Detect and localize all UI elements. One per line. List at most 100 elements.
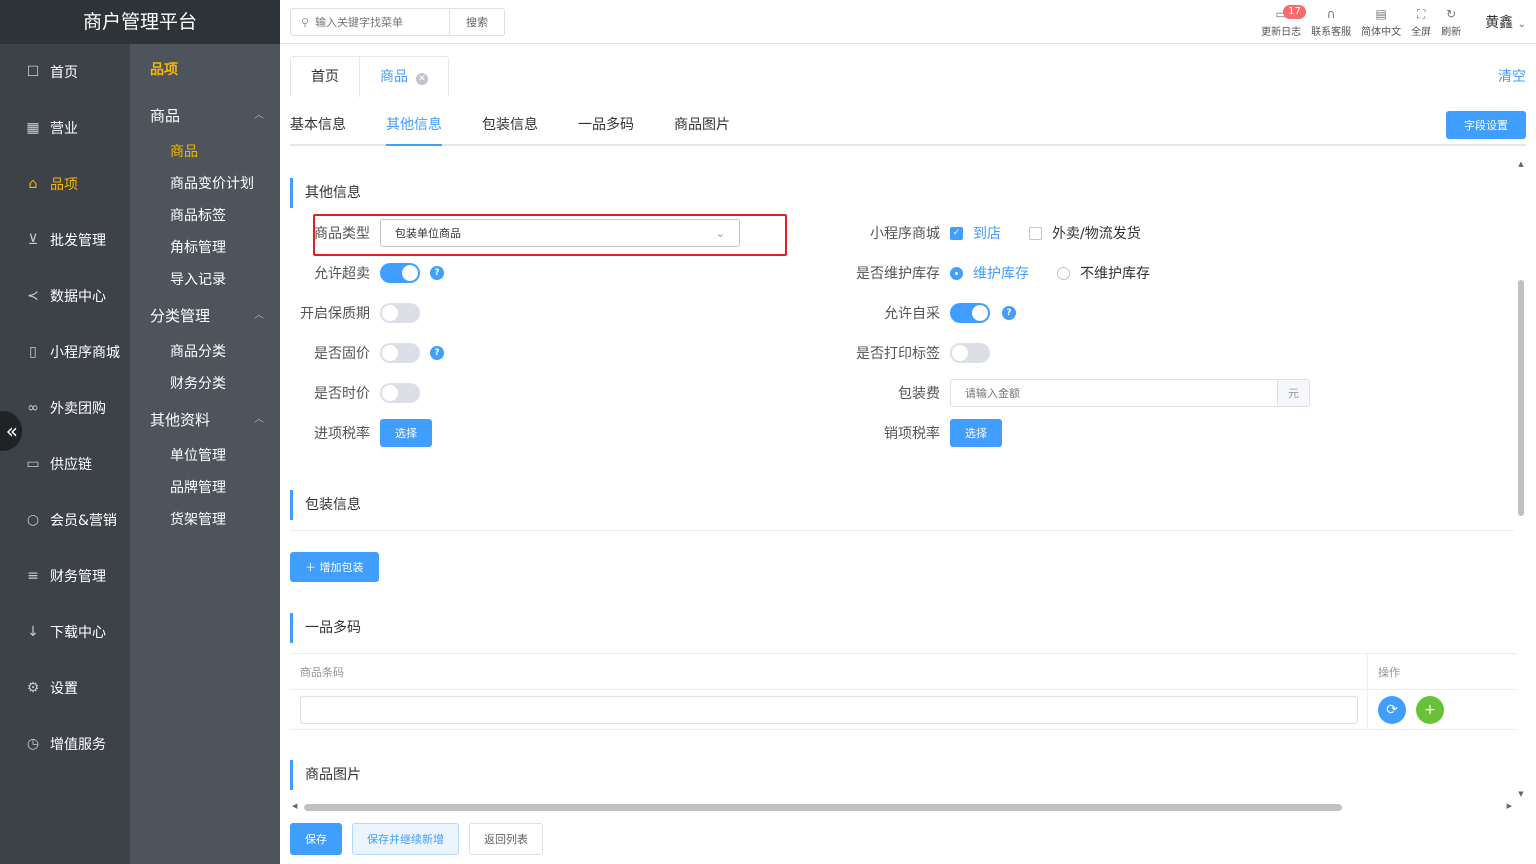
add-packaging-button[interactable]: ＋ 增加包装 xyxy=(290,552,379,582)
tool-label: 简体中文 xyxy=(1361,26,1402,38)
search-button[interactable]: 搜索 xyxy=(449,8,505,36)
input-tax-select-button[interactable]: 选择 xyxy=(380,419,432,447)
shelf-life-switch[interactable] xyxy=(380,303,420,323)
radio-no-maintain-stock[interactable]: 不维护库存 xyxy=(1057,263,1150,283)
maintain-stock-row: 是否维护库存 维护库存 不维护库存 xyxy=(840,258,1178,288)
menu-search-input[interactable] xyxy=(315,15,446,29)
nav-item-3[interactable]: ⊻ 批发管理 xyxy=(0,212,130,268)
nav-item-2[interactable]: ⌂ 品项 xyxy=(0,156,130,212)
save-and-continue-button[interactable]: 保存并继续新增 xyxy=(352,823,459,855)
subnav-item[interactable]: 单位管理 xyxy=(130,440,280,472)
subnav-item[interactable]: 商品变价计划 xyxy=(130,168,280,200)
nav-item-12[interactable]: ◷ 增值服务 xyxy=(0,716,130,772)
tab-packaging-info[interactable]: 包装信息 xyxy=(482,106,538,146)
allow-oversell-switch[interactable] xyxy=(380,263,420,283)
checkbox-in-store[interactable]: ✓ 到店 xyxy=(950,223,1001,243)
tool-refresh[interactable]: ↻ 刷新 xyxy=(1441,7,1461,38)
help-icon[interactable]: ? xyxy=(430,266,444,280)
refresh-code-button[interactable]: ⟳ xyxy=(1378,695,1406,724)
packing-fee-group: 元 xyxy=(950,379,1310,407)
scroll-left-icon[interactable]: ◀ xyxy=(292,802,297,810)
subnav-group-2[interactable]: 其他资料 ︿ xyxy=(130,400,280,440)
bag-icon: ⌂ xyxy=(28,176,38,192)
fullscreen-icon: ⛶ xyxy=(1416,6,1426,21)
clear-tabs-link[interactable]: 清空 xyxy=(1498,66,1526,86)
scroll-right-icon[interactable]: ▶ xyxy=(1507,802,1512,810)
share-icon: ≺ xyxy=(27,288,39,304)
nav-item-label: 首页 xyxy=(50,65,78,81)
subnav-group-1[interactable]: 分类管理 ︿ xyxy=(130,296,280,336)
vertical-scrollbar[interactable]: ▲ ▼ xyxy=(1516,156,1526,800)
scroll-up-icon[interactable]: ▲ xyxy=(1516,160,1526,168)
nav-item-4[interactable]: ≺ 数据中心 xyxy=(0,268,130,324)
nav-item-9[interactable]: ≡ 财务管理 xyxy=(0,548,130,604)
packing-fee-input[interactable] xyxy=(950,379,1278,407)
subnav-item[interactable]: 品牌管理 xyxy=(130,472,280,504)
help-icon[interactable]: ? xyxy=(430,346,444,360)
table-header: 商品条码 操作 xyxy=(290,654,1516,690)
page-tab-product[interactable]: 商品 ✕ xyxy=(359,57,448,97)
user-menu[interactable]: 黄鑫 ⌄ xyxy=(1485,12,1526,32)
nav-item-7[interactable]: ▭ 供应链 xyxy=(0,436,130,492)
tab-product-images[interactable]: 商品图片 xyxy=(674,106,730,146)
output-tax-row: 销项税率 选择 xyxy=(840,418,1002,448)
product-type-select[interactable]: 包装单位商品 ⌄ xyxy=(380,219,740,247)
subnav-item[interactable]: 商品 xyxy=(130,136,280,168)
print-label-switch[interactable] xyxy=(950,343,990,363)
nav-item-10[interactable]: ↓ 下载中心 xyxy=(0,604,130,660)
subnav-item[interactable]: 财务分类 xyxy=(130,368,280,400)
nav-item-5[interactable]: ▯ 小程序商城 xyxy=(0,324,130,380)
tool-label: 全屏 xyxy=(1411,26,1432,38)
tool-language[interactable]: ▤ 简体中文 xyxy=(1361,7,1401,38)
subnav-group-label: 商品 xyxy=(150,107,181,125)
download-icon: ↓ xyxy=(27,624,39,640)
add-code-button[interactable]: + xyxy=(1416,695,1444,724)
nav-item-11[interactable]: ⚙ 设置 xyxy=(0,660,130,716)
checkbox-delivery[interactable]: 外卖/物流发货 xyxy=(1029,223,1141,243)
output-tax-select-button[interactable]: 选择 xyxy=(950,419,1002,447)
save-button[interactable]: 保存 xyxy=(290,823,342,855)
subnav-item[interactable]: 角标管理 xyxy=(130,232,280,264)
tool-label: 更新日志 xyxy=(1261,26,1302,38)
barcode-input[interactable] xyxy=(300,695,1358,724)
subnav-item[interactable]: 商品分类 xyxy=(130,336,280,368)
page-tab-home[interactable]: 首页 xyxy=(291,57,359,97)
subnav-item[interactable]: 商品标签 xyxy=(130,200,280,232)
radio-dot xyxy=(950,266,963,280)
nav-item-label: 设置 xyxy=(50,681,78,697)
tool-headset[interactable]: ∩ 联系客服 xyxy=(1311,7,1351,38)
tool-message[interactable]: ▭ 17 更新日志 xyxy=(1261,4,1306,38)
horizontal-scrollbar[interactable]: ◀ ▶ xyxy=(290,802,1516,812)
subnav-item[interactable]: 导入记录 xyxy=(130,264,280,296)
scroll-thumb[interactable] xyxy=(1518,280,1524,516)
close-icon[interactable]: ✕ xyxy=(416,73,428,85)
radio-maintain-stock[interactable]: 维护库存 xyxy=(950,263,1029,283)
fixed-price-switch[interactable] xyxy=(380,343,420,363)
field-settings-button[interactable]: 字段设置 xyxy=(1446,111,1526,139)
sub-nav: 品项 商品 ︿ 商品 商品变价计划 商品标签 角标管理 导入记录 分类管理 ︿ 商品分类 财务分类其… xyxy=(130,44,280,864)
section-title-other-info: 其他信息 xyxy=(290,178,361,208)
tool-label: 刷新 xyxy=(1441,26,1462,38)
phone-icon: ▯ xyxy=(29,344,37,360)
subnav-group-0[interactable]: 商品 ︿ xyxy=(130,96,280,136)
subnav-item[interactable]: 货架管理 xyxy=(130,504,280,536)
home-icon: ☐ xyxy=(26,64,40,80)
tab-other-info[interactable]: 其他信息 xyxy=(386,106,442,146)
nav-item-8[interactable]: ○ 会员&营销 xyxy=(0,492,130,548)
help-icon[interactable]: ? xyxy=(1002,306,1016,320)
menu-search[interactable]: ⚲ xyxy=(290,8,449,36)
tab-multi-code[interactable]: 一品多码 xyxy=(578,106,634,146)
self-purchase-switch[interactable] xyxy=(950,303,990,323)
section-tabs: 基本信息 其他信息 包装信息 一品多码 商品图片 xyxy=(290,106,1526,146)
user-icon: ○ xyxy=(26,512,40,528)
back-to-list-button[interactable]: 返回列表 xyxy=(469,823,543,855)
time-price-switch[interactable] xyxy=(380,383,420,403)
tab-basic-info[interactable]: 基本信息 xyxy=(290,106,346,146)
input-tax-label: 进项税率 xyxy=(314,426,370,442)
scroll-thumb[interactable] xyxy=(304,804,1342,811)
search-icon: ⚲ xyxy=(301,15,310,29)
tool-fullscreen[interactable]: ⛶ 全屏 xyxy=(1411,7,1431,38)
scroll-down-icon[interactable]: ▼ xyxy=(1516,790,1526,798)
nav-item-0[interactable]: ☐ 首页 xyxy=(0,44,130,100)
nav-item-1[interactable]: ▦ 营业 xyxy=(0,100,130,156)
